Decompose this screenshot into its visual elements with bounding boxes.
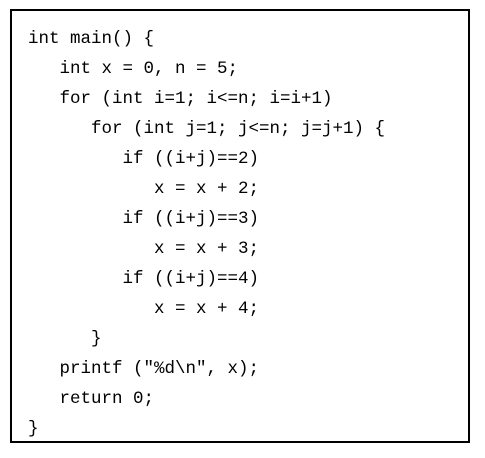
code-line-printf: printf ("%d\n", x); <box>28 359 260 379</box>
code-line-main-close: } <box>28 419 39 439</box>
code-line-inner-loop-close: } <box>28 329 102 349</box>
code-line-main-signature: int main() { <box>28 29 155 49</box>
code-line-add-4: x = x + 4; <box>28 299 260 319</box>
code-line-if-sum-4: if ((i+j)==4) <box>28 269 260 289</box>
code-line-variable-declaration: int x = 0, n = 5; <box>28 59 239 79</box>
code-line-if-sum-2: if ((i+j)==2) <box>28 149 260 169</box>
code-line-add-3: x = x + 3; <box>28 239 260 259</box>
code-line-if-sum-3: if ((i+j)==3) <box>28 209 260 229</box>
code-line-add-2: x = x + 2; <box>28 179 260 199</box>
code-lines: int main() { int x = 0, n = 5; for (int … <box>28 24 385 444</box>
code-line-return: return 0; <box>28 389 155 409</box>
code-line-inner-for-loop: for (int j=1; j<=n; j=j+1) { <box>28 119 386 139</box>
code-line-outer-for-loop: for (int i=1; i<=n; i=i+1) <box>28 89 333 109</box>
code-listing-box: int main() { int x = 0, n = 5; for (int … <box>10 9 470 443</box>
